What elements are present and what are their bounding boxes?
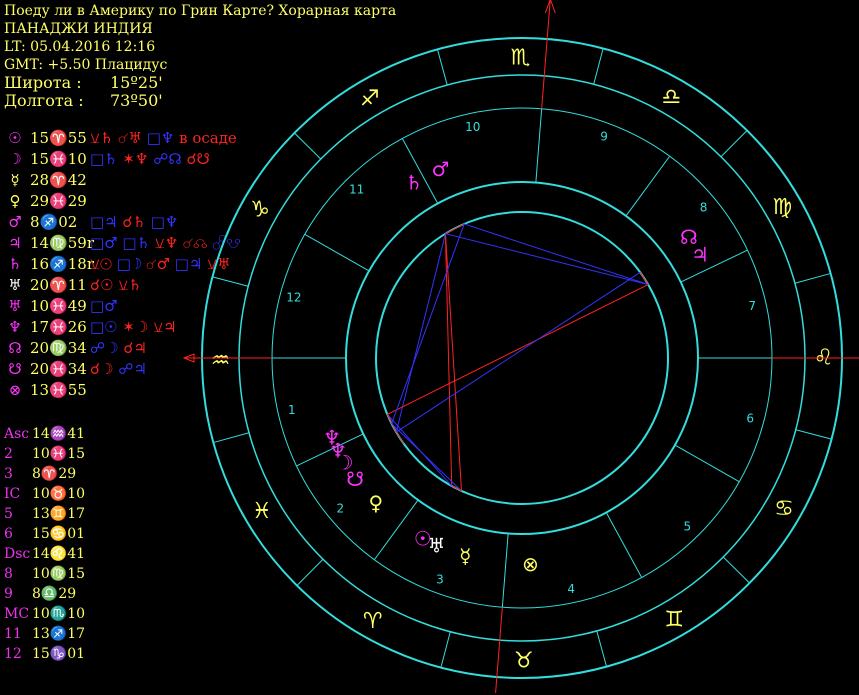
house-cusp-line [501, 533, 509, 608]
aspect-line [395, 233, 446, 433]
house-number-label: 4 [567, 582, 575, 596]
sign-boundary-tick [212, 276, 249, 287]
chart-planet-icon: ♅ [428, 533, 446, 557]
aspect-line [445, 233, 649, 286]
sign-boundary-tick [296, 558, 324, 586]
sign-boundary-tick [720, 130, 748, 158]
aspect-line [444, 233, 463, 491]
zodiac-sign-icon: ♉ [514, 648, 534, 673]
house-number-label: 1 [288, 403, 296, 417]
house-number-label: 8 [700, 200, 708, 214]
house-number-label: 3 [436, 572, 444, 586]
zodiac-sign-icon: ♐ [360, 87, 380, 112]
horary-chart-wheel: ♈♉♊♋♌♍♎♏♐♑♒♓123456789101112☉♅ ☿♀☋☽♆♆♄♂♃☊⊗ [182, 0, 859, 693]
house-number-label: 2 [337, 502, 345, 516]
house-number-label: 10 [465, 120, 480, 134]
chart-planet-icon: ♆ [323, 426, 341, 450]
aspect-ring-outer [345, 181, 699, 535]
aspect-line [387, 284, 649, 415]
house-cusp-line [625, 155, 671, 217]
house-number-label: 11 [349, 183, 364, 197]
house-cusp-line [674, 444, 740, 483]
sign-boundary-tick [436, 49, 448, 86]
sign-boundary-tick [440, 631, 451, 668]
sign-boundary-tick [294, 132, 322, 160]
sign-boundary-tick [593, 48, 604, 85]
zodiac-sign-icon: ♑ [250, 198, 270, 223]
aspect-line [464, 223, 649, 285]
sign-boundary-tick [795, 429, 832, 440]
chart-planet-icon: ⊗ [522, 552, 539, 576]
zodiac-sign-icon: ♒ [211, 349, 231, 374]
chart-planet-icon: ♂ [431, 157, 449, 181]
zodiac-sign-icon: ♏ [510, 46, 530, 71]
sign-boundary-tick [722, 556, 750, 584]
zodiac-sign-icon: ♓ [252, 499, 272, 524]
zodiac-sign-icon: ♊ [664, 607, 684, 632]
zodiac-sign-icon: ♈ [363, 609, 383, 634]
chart-planet-icon: ☊ [680, 225, 698, 249]
chart-planet-icon: ☿ [459, 544, 471, 568]
aspect-line [395, 271, 641, 433]
house-cusp-line [605, 512, 643, 578]
aspect-ring-inner [375, 211, 669, 505]
sign-boundary-tick [213, 432, 250, 444]
house-number-label: 6 [746, 411, 754, 425]
zodiac-sign-icon: ♋ [774, 496, 794, 521]
house-number-label: 5 [684, 519, 692, 533]
house-number-label: 9 [600, 130, 608, 144]
zodiac-sign-icon: ♎ [661, 85, 681, 110]
mc-axis [541, 0, 551, 109]
zodiac-sign-icon: ♍ [772, 195, 792, 220]
ic-axis [495, 607, 503, 693]
house-number-label: 12 [286, 291, 301, 305]
house-cusp-line [535, 108, 543, 183]
sign-boundary-tick [596, 630, 608, 667]
house-number-label: 7 [748, 299, 756, 313]
sign-boundary-tick [794, 272, 831, 284]
house-cusp-line [304, 233, 370, 272]
chart-planet-icon: ♄ [405, 171, 423, 195]
chart-planet-icon: ♀ [369, 491, 384, 515]
